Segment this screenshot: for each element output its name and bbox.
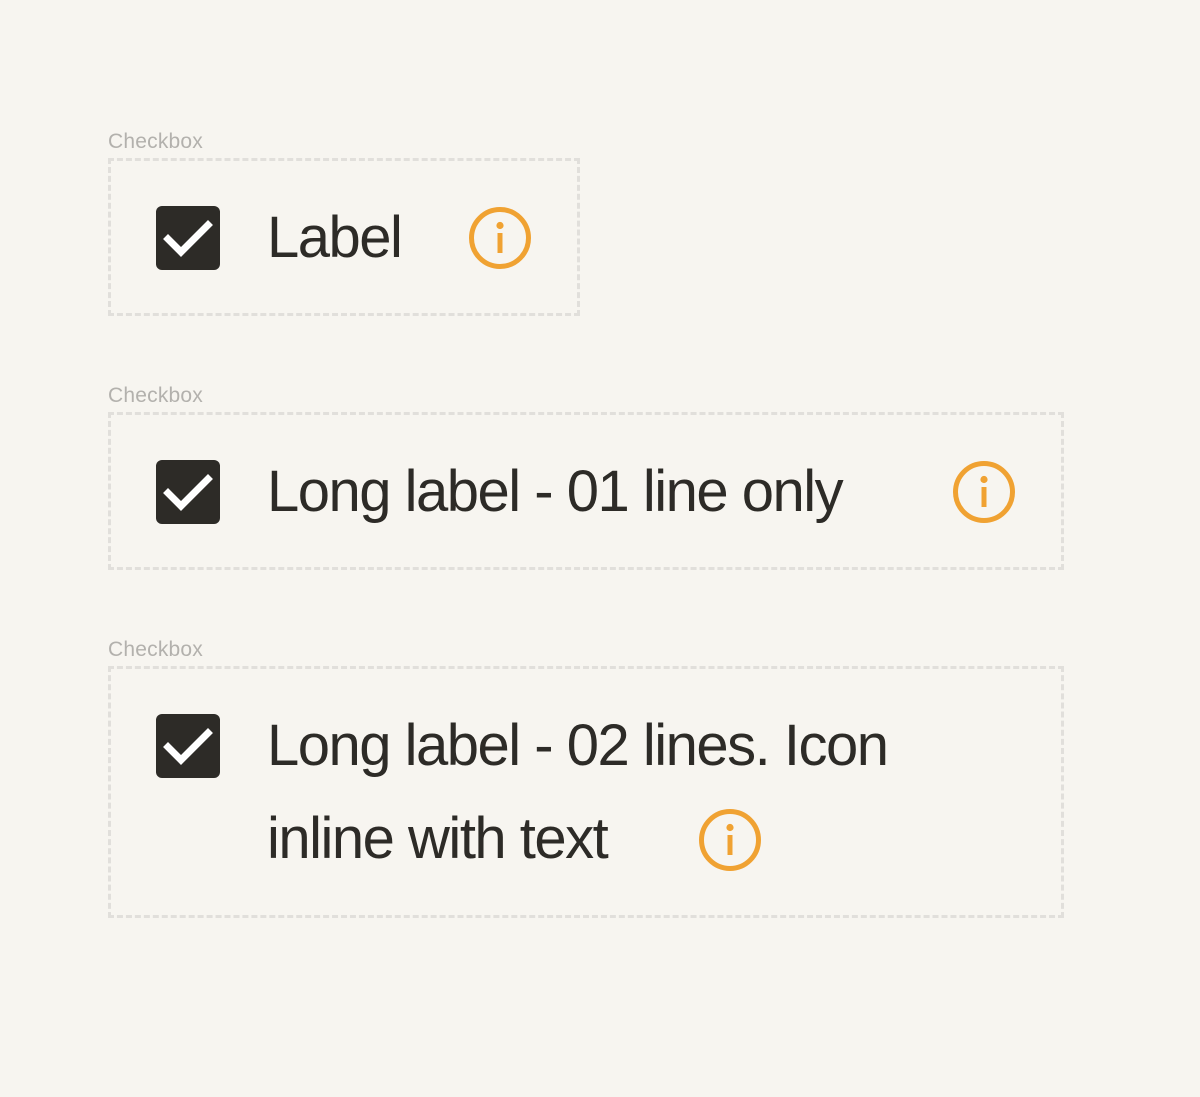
- checkbox-checked[interactable]: [156, 206, 220, 270]
- checkbox-checked[interactable]: [156, 460, 220, 524]
- component-caption: Checkbox: [108, 638, 203, 661]
- component-caption: Checkbox: [108, 130, 203, 153]
- checkmark-icon: [156, 714, 220, 778]
- component-frame: Long label - 02 lines. Icon inline with …: [108, 666, 1064, 918]
- checkbox-label: Label: [267, 205, 403, 270]
- info-circle-icon[interactable]: [698, 808, 762, 872]
- checkbox-example-two-lines: Checkbox Long label - 02 lines. Icon inl…: [108, 638, 1064, 918]
- component-caption: Checkbox: [108, 384, 203, 407]
- checkbox-label-line-1: Long label - 02 lines. Icon: [267, 713, 889, 778]
- component-frame: Label: [108, 158, 580, 316]
- checkbox-checked[interactable]: [156, 714, 220, 778]
- checkbox-label-line-2: inline with text: [267, 806, 609, 871]
- component-frame: Long label - 01 line only: [108, 412, 1064, 570]
- checkmark-icon: [156, 460, 220, 524]
- info-circle-icon[interactable]: [468, 206, 532, 270]
- checkbox-example-short: Checkbox Label: [108, 130, 580, 316]
- info-circle-icon[interactable]: [952, 460, 1016, 524]
- checkmark-icon: [156, 206, 220, 270]
- canvas: Checkbox Label Checkbox Long label - 01 …: [0, 0, 1200, 1097]
- checkbox-example-one-line: Checkbox Long label - 01 line only: [108, 384, 1064, 570]
- checkbox-label: Long label - 01 line only: [267, 459, 844, 524]
